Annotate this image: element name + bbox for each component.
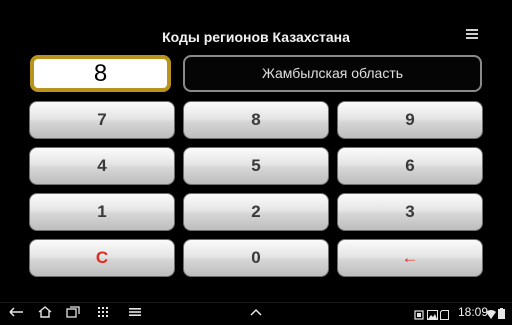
- battery-icon: [498, 306, 505, 324]
- key-6[interactable]: 6: [337, 147, 483, 185]
- key-2[interactable]: 2: [183, 193, 329, 231]
- code-display: 8: [30, 55, 171, 92]
- region-display: Жамбылская область: [183, 55, 482, 92]
- key-5[interactable]: 5: [183, 147, 329, 185]
- page-title: Коды регионов Казахстана: [162, 29, 350, 45]
- wifi-icon: [486, 306, 496, 324]
- action-bar: Коды регионов Казахстана: [0, 0, 512, 52]
- key-7[interactable]: 7: [29, 101, 175, 139]
- menu-icon[interactable]: [124, 304, 146, 320]
- clear-button[interactable]: C: [29, 239, 175, 277]
- up-arrow-icon[interactable]: [245, 304, 267, 320]
- recent-apps-icon[interactable]: [62, 304, 84, 320]
- storage-icon: [440, 307, 449, 325]
- key-3[interactable]: 3: [337, 193, 483, 231]
- key-8[interactable]: 8: [183, 101, 329, 139]
- key-4[interactable]: 4: [29, 147, 175, 185]
- backspace-button[interactable]: ←: [337, 239, 483, 277]
- system-navigation-bar: 18:09: [0, 302, 512, 321]
- photo-icon: [427, 307, 438, 325]
- overflow-menu-icon[interactable]: [466, 29, 478, 41]
- key-9[interactable]: 9: [337, 101, 483, 139]
- key-1[interactable]: 1: [29, 193, 175, 231]
- notification-icon: [414, 307, 424, 325]
- home-icon[interactable]: [34, 304, 56, 320]
- status-clock: 18:09: [457, 305, 488, 319]
- key-0[interactable]: 0: [183, 239, 329, 277]
- back-icon[interactable]: [6, 304, 28, 320]
- screenshot-icon[interactable]: [92, 304, 114, 320]
